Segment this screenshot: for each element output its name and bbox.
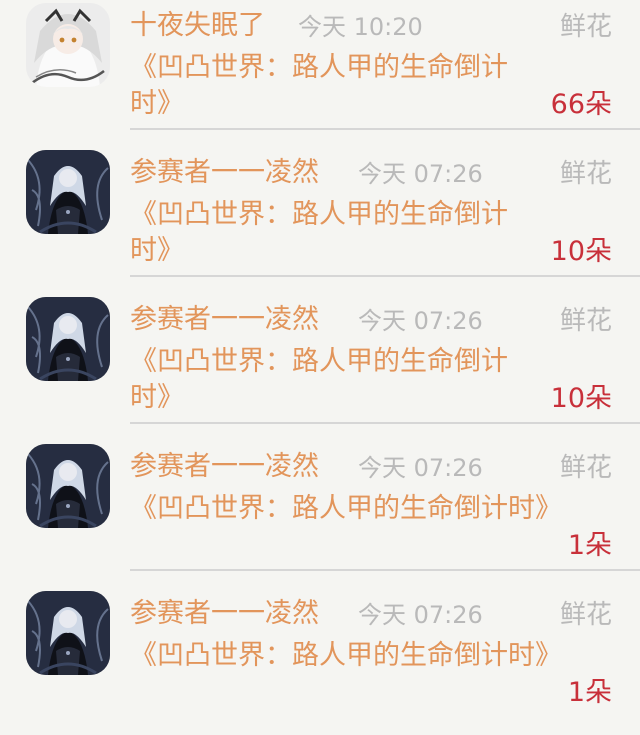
user-name[interactable]: 参赛者一一凌然 [130,449,319,485]
timestamp: 今天 07:26 [358,307,483,335]
avatar[interactable] [26,297,110,381]
avatar[interactable] [26,444,110,528]
gift-type-label: 鲜花 [559,12,612,42]
gift-count: 66朵 [550,89,612,120]
avatar-dark-anime-icon [26,591,110,675]
list-item[interactable]: 参赛者一一凌然 今天 07:26 鲜花 《凹凸世界：路人甲的生命倒计时》 10朵 [0,147,640,294]
user-name[interactable]: 参赛者一一凌然 [130,596,319,632]
gift-count: 10朵 [550,383,612,414]
gift-type-label: 鲜花 [559,600,612,630]
avatar[interactable] [26,3,110,87]
gift-list: 十夜失眠了 今天 10:20 鲜花 《凹凸世界：路人甲的生命倒计时》 66朵 参… [0,0,640,714]
gift-count: 10朵 [550,236,612,267]
avatar-girl-white-hair-icon [26,3,110,87]
divider [130,128,640,130]
book-title[interactable]: 《凹凸世界：路人甲的生命倒计时》 [130,197,530,269]
timestamp: 今天 07:26 [358,454,483,482]
book-title[interactable]: 《凹凸世界：路人甲的生命倒计时》 [130,344,530,416]
list-item[interactable]: 参赛者一一凌然 今天 07:26 鲜花 《凹凸世界：路人甲的生命倒计时》 1朵 [0,441,640,588]
timestamp: 今天 10:20 [298,13,423,41]
divider [130,569,640,571]
book-title[interactable]: 《凹凸世界：路人甲的生命倒计时》 [130,638,562,674]
divider [130,422,640,424]
list-item[interactable]: 参赛者一一凌然 今天 07:26 鲜花 《凹凸世界：路人甲的生命倒计时》 1朵 [0,588,640,735]
timestamp: 今天 07:26 [358,601,483,629]
avatar-dark-anime-icon [26,444,110,528]
avatar-dark-anime-icon [26,297,110,381]
gift-type-label: 鲜花 [559,159,612,189]
avatar[interactable] [26,591,110,675]
gift-type-label: 鲜花 [559,453,612,483]
book-title[interactable]: 《凹凸世界：路人甲的生命倒计时》 [130,50,530,122]
avatar-dark-anime-icon [26,150,110,234]
user-name[interactable]: 参赛者一一凌然 [130,155,319,191]
gift-count: 1朵 [567,677,612,708]
avatar[interactable] [26,150,110,234]
divider [130,275,640,277]
user-name[interactable]: 参赛者一一凌然 [130,302,319,338]
list-item[interactable]: 参赛者一一凌然 今天 07:26 鲜花 《凹凸世界：路人甲的生命倒计时》 10朵 [0,294,640,441]
book-title[interactable]: 《凹凸世界：路人甲的生命倒计时》 [130,491,562,527]
user-name[interactable]: 十夜失眠了 [130,8,265,44]
gift-count: 1朵 [567,530,612,561]
gift-type-label: 鲜花 [559,306,612,336]
list-item[interactable]: 十夜失眠了 今天 10:20 鲜花 《凹凸世界：路人甲的生命倒计时》 66朵 [0,0,640,147]
timestamp: 今天 07:26 [358,160,483,188]
